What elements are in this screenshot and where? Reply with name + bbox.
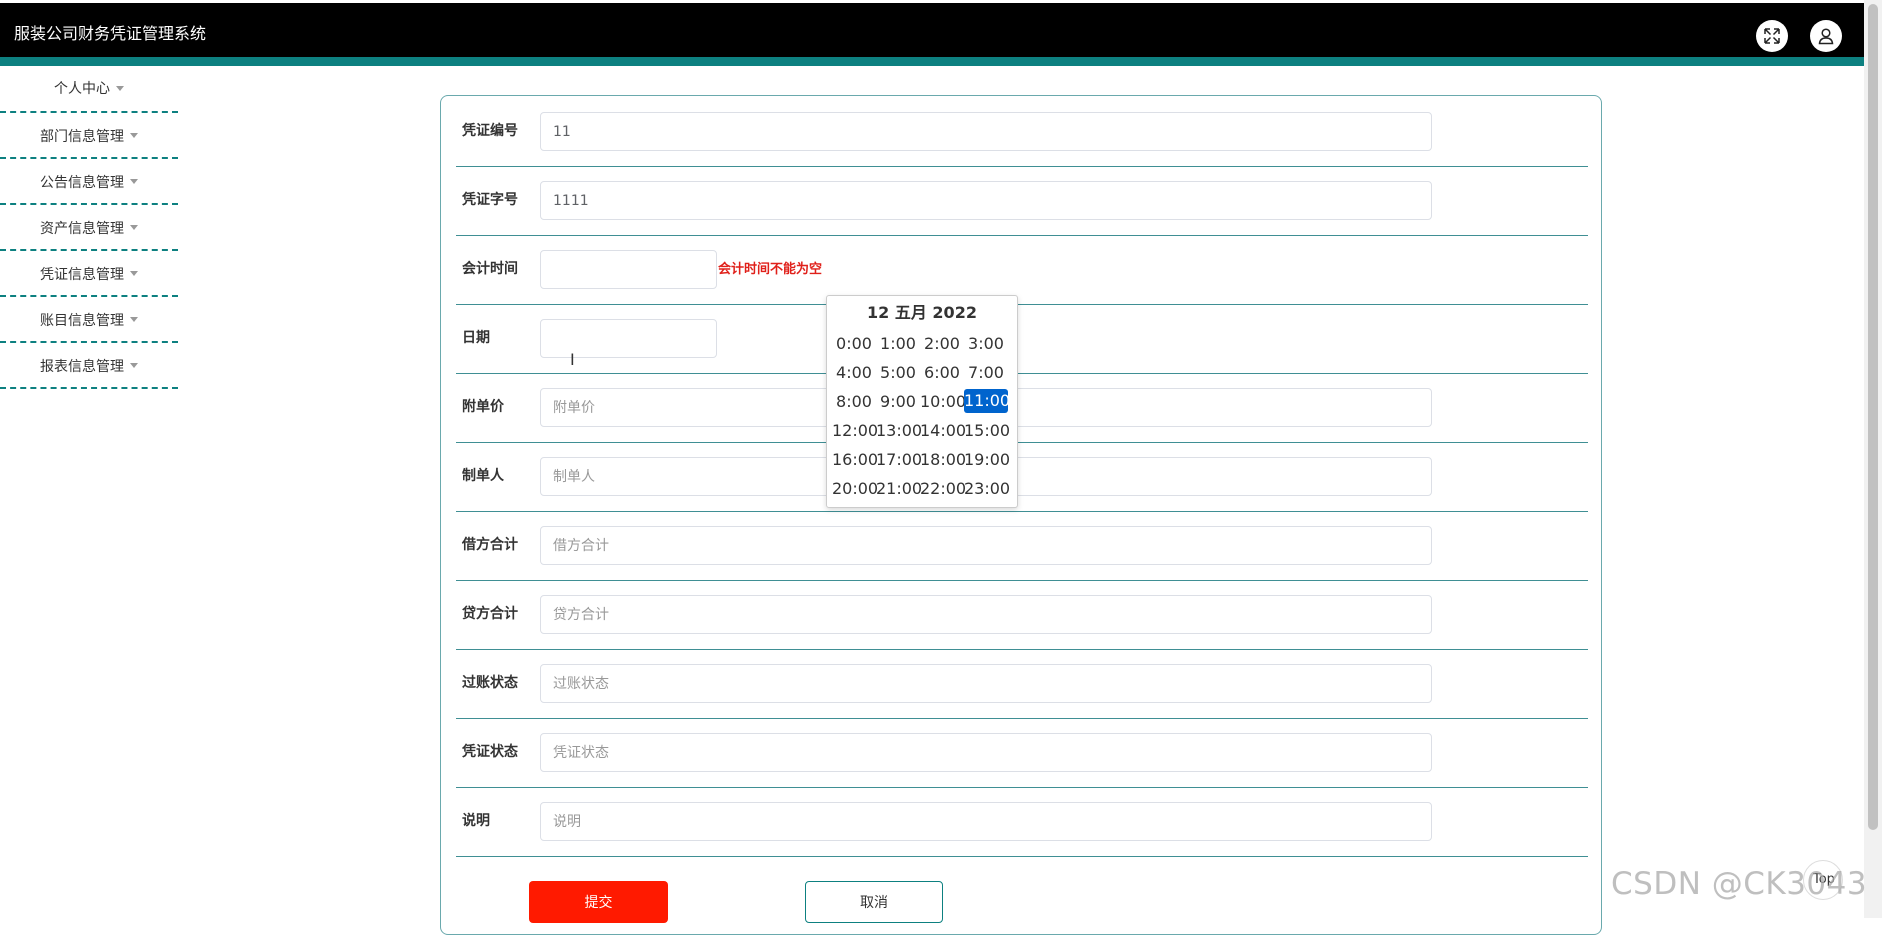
sidebar-item-department[interactable]: 部门信息管理 (0, 114, 178, 159)
hour-option[interactable]: 9:00 (876, 387, 920, 416)
field-label: 附单价 (462, 399, 504, 415)
hour-option[interactable]: 12:00 (832, 416, 878, 445)
sidebar-item-label: 部门信息管理 (40, 128, 124, 145)
hour-option[interactable]: 5:00 (876, 358, 920, 387)
field-label: 凭证编号 (462, 123, 518, 139)
sidebar-item-assets[interactable]: 资产信息管理 (0, 206, 178, 251)
field-label: 过账状态 (462, 675, 518, 691)
hour-option[interactable]: 22:00 (920, 474, 966, 503)
hour-option[interactable]: 11:00 (964, 389, 1010, 413)
user-button[interactable] (1810, 20, 1842, 52)
voucher-form-panel: 凭证编号 凭证字号 会计时间 会计时间不能为空 日期 附单价 制单人 借方合计 … (440, 95, 1602, 935)
hour-option[interactable]: 17:00 (876, 445, 922, 474)
form-row-attached-price: 附单价 (456, 373, 1588, 443)
form-row-voucher-number: 凭证编号 (456, 97, 1588, 167)
fullscreen-button[interactable] (1756, 20, 1788, 52)
sidebar-item-accounts[interactable]: 账目信息管理 (0, 298, 178, 343)
field-label: 制单人 (462, 468, 504, 484)
picker-title: 12 五月 2022 (867, 303, 977, 322)
expand-icon (1764, 28, 1780, 44)
hour-option[interactable]: 20:00 (832, 474, 878, 503)
sidebar-item-reports[interactable]: 报表信息管理 (0, 344, 178, 389)
form-row-posting-status: 过账状态 (456, 649, 1588, 719)
hour-option[interactable]: 4:00 (832, 358, 876, 387)
debit-total-input[interactable] (540, 526, 1432, 565)
hour-option[interactable]: 19:00 (964, 445, 1010, 474)
caret-down-icon (130, 271, 138, 276)
hour-grid: 0:00 1:00 2:00 3:00 4:00 5:00 6:00 7:00 8:00 9:00… (832, 329, 1010, 503)
field-label: 借方合计 (462, 537, 518, 553)
field-label: 日期 (462, 330, 490, 346)
hour-option[interactable]: 3:00 (964, 329, 1008, 358)
sidebar-item-label: 报表信息管理 (40, 358, 124, 375)
sidebar-item-label: 公告信息管理 (40, 174, 124, 191)
sidebar-item-label: 资产信息管理 (40, 220, 124, 237)
hour-option[interactable]: 21:00 (876, 474, 922, 503)
posting-status-input[interactable] (540, 664, 1432, 703)
cancel-button[interactable]: 取消 (805, 881, 943, 923)
voucher-word-input[interactable] (540, 181, 1432, 220)
sidebar-item-announcement[interactable]: 公告信息管理 (0, 160, 178, 205)
caret-down-icon (130, 133, 138, 138)
form-row-description: 说明 (456, 787, 1588, 857)
field-label: 会计时间 (462, 261, 518, 277)
top-bar: 服装公司财务凭证管理系统 (0, 3, 1864, 57)
field-label: 说明 (462, 813, 490, 829)
hour-option[interactable]: 14:00 (920, 416, 966, 445)
voucher-number-input[interactable] (540, 112, 1432, 151)
field-label: 凭证状态 (462, 744, 518, 760)
page-scrollbar-thumb[interactable] (1868, 4, 1878, 830)
sidebar-item-voucher[interactable]: 凭证信息管理 (0, 252, 178, 297)
caret-down-icon (130, 179, 138, 184)
hour-picker: 12 五月 2022 0:00 1:00 2:00 3:00 4:00 5:00 6:00 7… (826, 295, 1018, 508)
caret-down-icon (130, 317, 138, 322)
text-cursor-icon: I (570, 350, 575, 369)
hour-option[interactable]: 10:00 (920, 387, 966, 416)
hour-option[interactable]: 23:00 (964, 474, 1010, 503)
watermark: CSDN @CK3043 (1611, 866, 1868, 902)
submit-button[interactable]: 提交 (529, 881, 668, 923)
sidebar: 个人中心 部门信息管理 公告信息管理 资产信息管理 凭证信息管理 账目信息管理 … (0, 66, 178, 389)
user-icon (1818, 28, 1834, 45)
hour-option[interactable]: 8:00 (832, 387, 876, 416)
field-label: 凭证字号 (462, 192, 518, 208)
form-row-date: 日期 (456, 304, 1588, 374)
caret-down-icon (130, 225, 138, 230)
hour-option[interactable]: 2:00 (920, 329, 964, 358)
caret-down-icon (116, 85, 124, 91)
hour-option[interactable]: 18:00 (920, 445, 966, 474)
form-row-voucher-status: 凭证状态 (456, 718, 1588, 788)
voucher-status-input[interactable] (540, 733, 1432, 772)
sidebar-item-label: 个人中心 (54, 81, 110, 97)
form-row-voucher-word: 凭证字号 (456, 166, 1588, 236)
app-title: 服装公司财务凭证管理系统 (14, 24, 207, 43)
field-label: 贷方合计 (462, 606, 518, 622)
credit-total-input[interactable] (540, 595, 1432, 634)
hour-option[interactable]: 7:00 (964, 358, 1008, 387)
accounting-time-error: 会计时间不能为空 (718, 262, 823, 277)
caret-down-icon (130, 363, 138, 368)
hour-option[interactable]: 16:00 (832, 445, 878, 474)
sidebar-item-label: 账目信息管理 (40, 312, 124, 329)
hour-option[interactable]: 0:00 (832, 329, 876, 358)
description-input[interactable] (540, 802, 1432, 841)
sidebar-item-personal-center[interactable]: 个人中心 (0, 65, 178, 113)
hour-option[interactable]: 15:00 (964, 416, 1010, 445)
form-row-preparer: 制单人 (456, 442, 1588, 512)
form-row-accounting-time: 会计时间 会计时间不能为空 (456, 235, 1588, 305)
header-accent-strip (0, 57, 1864, 66)
hour-option[interactable]: 6:00 (920, 358, 964, 387)
form-row-debit-total: 借方合计 (456, 511, 1588, 581)
date-input[interactable] (540, 319, 717, 358)
accounting-time-input[interactable] (540, 250, 717, 289)
hour-option[interactable]: 1:00 (876, 329, 920, 358)
hour-option[interactable]: 13:00 (876, 416, 922, 445)
form-row-credit-total: 贷方合计 (456, 580, 1588, 650)
sidebar-item-label: 凭证信息管理 (40, 266, 124, 283)
